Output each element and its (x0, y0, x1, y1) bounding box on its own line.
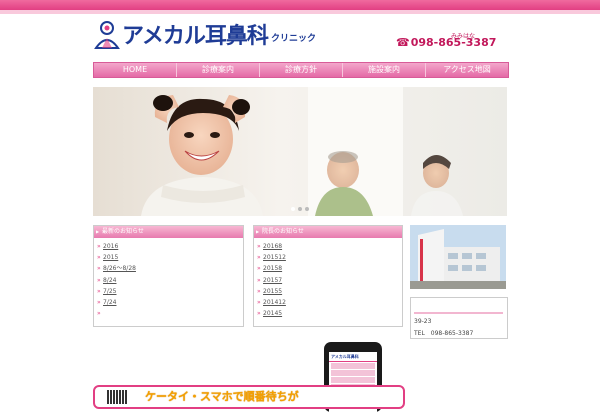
top-accent-stripe (0, 10, 600, 14)
building-image (410, 225, 506, 289)
qr-code-icon (107, 390, 127, 404)
slide-dot-3[interactable] (305, 207, 309, 211)
hero-photo (93, 87, 507, 216)
nav-consultation[interactable]: 診療案内 (177, 63, 260, 77)
smartphone-row (331, 370, 375, 376)
nav-home[interactable]: HOME (94, 63, 177, 77)
mobile-queue-banner-text: ケータイ・スマホで順番待ちが (145, 390, 299, 403)
mobile-queue-banner[interactable]: ケータイ・スマホで順番待ちが (93, 385, 405, 409)
list-item[interactable]: 8/24 (97, 275, 243, 286)
list-item[interactable]: 201412 (257, 297, 402, 308)
director-news-list: 20168 201512 20158 20157 20155 201412 20… (254, 241, 402, 319)
smartphone-row (331, 363, 375, 369)
clinic-tel[interactable]: TEL 098-865-3387 (414, 328, 473, 337)
logo-sub-text: クリニック (271, 34, 317, 44)
logo-main-text: アメカル耳鼻科 (122, 24, 269, 49)
latest-news-list: 2016 2015 8/26～8/28 8/24 7/25 7/24 (94, 241, 243, 319)
clinic-logo[interactable]: アメカル耳鼻科 クリニック (94, 18, 317, 54)
hero-slideshow[interactable] (93, 87, 507, 216)
director-news-box: 院長のお知らせ 20168 201512 20158 20157 20155 2… (253, 225, 403, 327)
list-item[interactable]: 20157 (257, 275, 402, 286)
list-item[interactable] (97, 308, 243, 319)
list-item[interactable]: 7/24 (97, 297, 243, 308)
slideshow-pagination (291, 207, 321, 213)
list-item[interactable]: 201512 (257, 252, 402, 263)
telephone-icon: ☎ (396, 36, 410, 49)
nav-access-map[interactable]: アクセス地図 (426, 63, 508, 77)
clinic-building-photo (410, 225, 506, 289)
list-item[interactable]: 8/26～8/28 (97, 263, 243, 274)
latest-news-heading: 最新のお知らせ (94, 226, 243, 238)
clinic-address-box: 39-23 TEL 098-865-3387 (410, 297, 508, 339)
list-item[interactable]: 20158 (257, 263, 402, 274)
doctor-logo-icon (94, 21, 120, 49)
smartphone-row (331, 377, 375, 383)
list-item[interactable]: 20155 (257, 286, 402, 297)
slide-dot-2[interactable] (298, 207, 302, 211)
top-accent-bar (0, 0, 600, 10)
list-item[interactable]: 2015 (97, 252, 243, 263)
nav-policy[interactable]: 診療方針 (260, 63, 343, 77)
list-item[interactable]: 2016 (97, 241, 243, 252)
phone-number-text: 098-865-3387 (410, 36, 497, 49)
smartphone-app-title: アメカル耳鼻科 (329, 352, 377, 362)
main-nav: HOME 診療案内 診療方針 施設案内 アクセス地図 (93, 62, 509, 78)
list-item[interactable]: 7/25 (97, 286, 243, 297)
phone-number[interactable]: ☎098-865-3387 (396, 36, 496, 49)
director-news-heading: 院長のお知らせ (254, 226, 402, 238)
latest-news-box: 最新のお知らせ 2016 2015 8/26～8/28 8/24 7/25 7/… (93, 225, 244, 327)
nav-facility[interactable]: 施設案内 (343, 63, 426, 77)
slide-dot-1[interactable] (291, 207, 295, 211)
list-item[interactable]: 20145 (257, 308, 402, 319)
list-item[interactable]: 20168 (257, 241, 402, 252)
address-divider (414, 312, 503, 314)
clinic-address: 39-23 (414, 318, 432, 325)
